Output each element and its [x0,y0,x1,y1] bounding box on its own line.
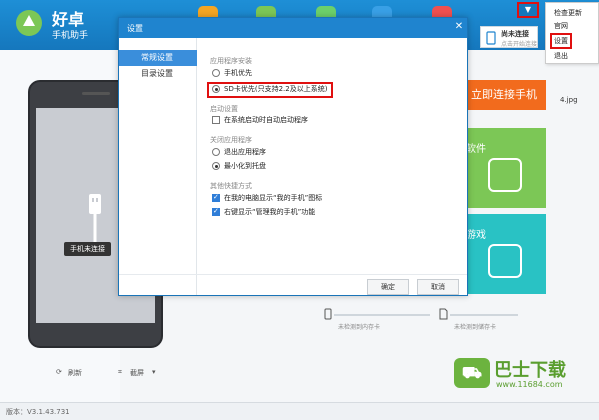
chevron-down-icon[interactable]: ▾ [152,368,156,376]
app-logo-subtitle: 手机助手 [52,31,89,41]
menu-item-exit[interactable]: 退出 [554,51,568,61]
file-label: 4.jpg [560,96,578,104]
shopping-bag-icon [488,158,522,192]
software-tile[interactable]: 软件 [462,128,546,208]
refresh-label[interactable]: 刷新 [68,368,82,378]
storage-status: 未检测到内存卡 未检测到储存卡 [322,308,532,338]
storage-internal-text: 未检测到内存卡 [338,324,381,331]
storage-bar-internal [334,314,430,316]
connection-status-title: 尚未连接 [501,30,529,38]
storage-sd-text: 未检测到储存卡 [454,324,497,331]
startup-autostart-checkbox[interactable] [212,116,220,124]
shortcut-my-computer-checkbox[interactable] [212,193,220,202]
version-text: 版本：V3.1.43.731 [6,408,70,416]
usb-cable-icon [89,194,101,246]
close-minimize-radio[interactable] [212,162,220,170]
app-logo-title: 好卓 [52,10,85,29]
sd-card-icon [439,308,448,320]
watermark-text: 巴士下载 [494,360,566,381]
close-section-title: 关闭应用程序 [210,136,252,144]
phone-speaker [82,92,110,95]
connection-status-subtitle: 点击开始连接 [501,41,538,48]
close-icon[interactable]: ✕ [453,21,465,33]
gamepad-icon [488,244,522,278]
shortcut-context-menu-checkbox[interactable] [212,207,220,216]
main-menu-button[interactable]: ▼ [517,2,539,18]
refresh-icon[interactable]: ⟳ [56,368,62,376]
dialog-title-bar: 设置 ✕ [119,18,467,38]
settings-dialog: 设置 ✕ 常规设置 目录设置 应用程序安装 手机优先 SD卡优先(只支持2.2及… [118,17,468,296]
menu-item-check-update[interactable]: 检查更新 [554,8,582,18]
cancel-button[interactable]: 取消 [417,279,459,295]
storage-bar-sd [450,314,518,316]
shortcut-section-title: 其他快捷方式 [210,182,252,190]
connection-status[interactable]: 尚未连接 点击开始连接 [480,26,538,48]
close-exit-radio[interactable] [212,148,220,156]
phone-storage-icon [324,308,332,320]
ok-button[interactable]: 确定 [367,279,409,295]
dialog-title: 设置 [127,24,143,33]
menu-item-website[interactable]: 官网 [554,21,568,31]
screenshot-label[interactable]: 截屏 [130,368,144,378]
startup-section-title: 启动设置 [210,105,238,113]
bottom-tools: ⟳ 刷新 ⌗ 截屏 ▾ [40,368,200,382]
nav-directory-settings[interactable]: 目录设置 [119,66,197,82]
highlight-box [207,82,333,98]
nav-general-settings[interactable]: 常规设置 [119,50,197,66]
menu-item-settings[interactable]: 设置 [550,33,572,49]
settings-nav: 常规设置 目录设置 [119,38,197,295]
connect-phone-button[interactable]: 立即连接手机 [462,80,546,110]
install-phone-first-radio[interactable] [212,69,220,77]
game-tile-title: 游戏 [466,230,486,241]
install-section-title: 应用程序安装 [210,57,252,65]
phone-status-label: 手机未连接 [64,242,111,256]
app-logo-icon [16,10,42,36]
chevron-down-icon: ▼ [524,5,532,14]
crop-icon[interactable]: ⌗ [118,368,122,377]
watermark-url: www.11684.com [496,380,563,389]
game-tile[interactable]: 游戏 [462,214,546,294]
phone-outline-icon [486,31,496,45]
watermark-logo: ⛟ [454,358,490,388]
main-menu: 检查更新 官网 设置 退出 [545,2,599,64]
dialog-footer: 确定 取消 [119,274,467,296]
software-tile-title: 软件 [466,144,486,155]
app-window: 好卓 手机助手 尚未连接 点击开始连接 ▼ 检查更新 官网 设置 退出 手机未连… [0,0,599,420]
status-bar: 版本：V3.1.43.731 [0,402,599,420]
